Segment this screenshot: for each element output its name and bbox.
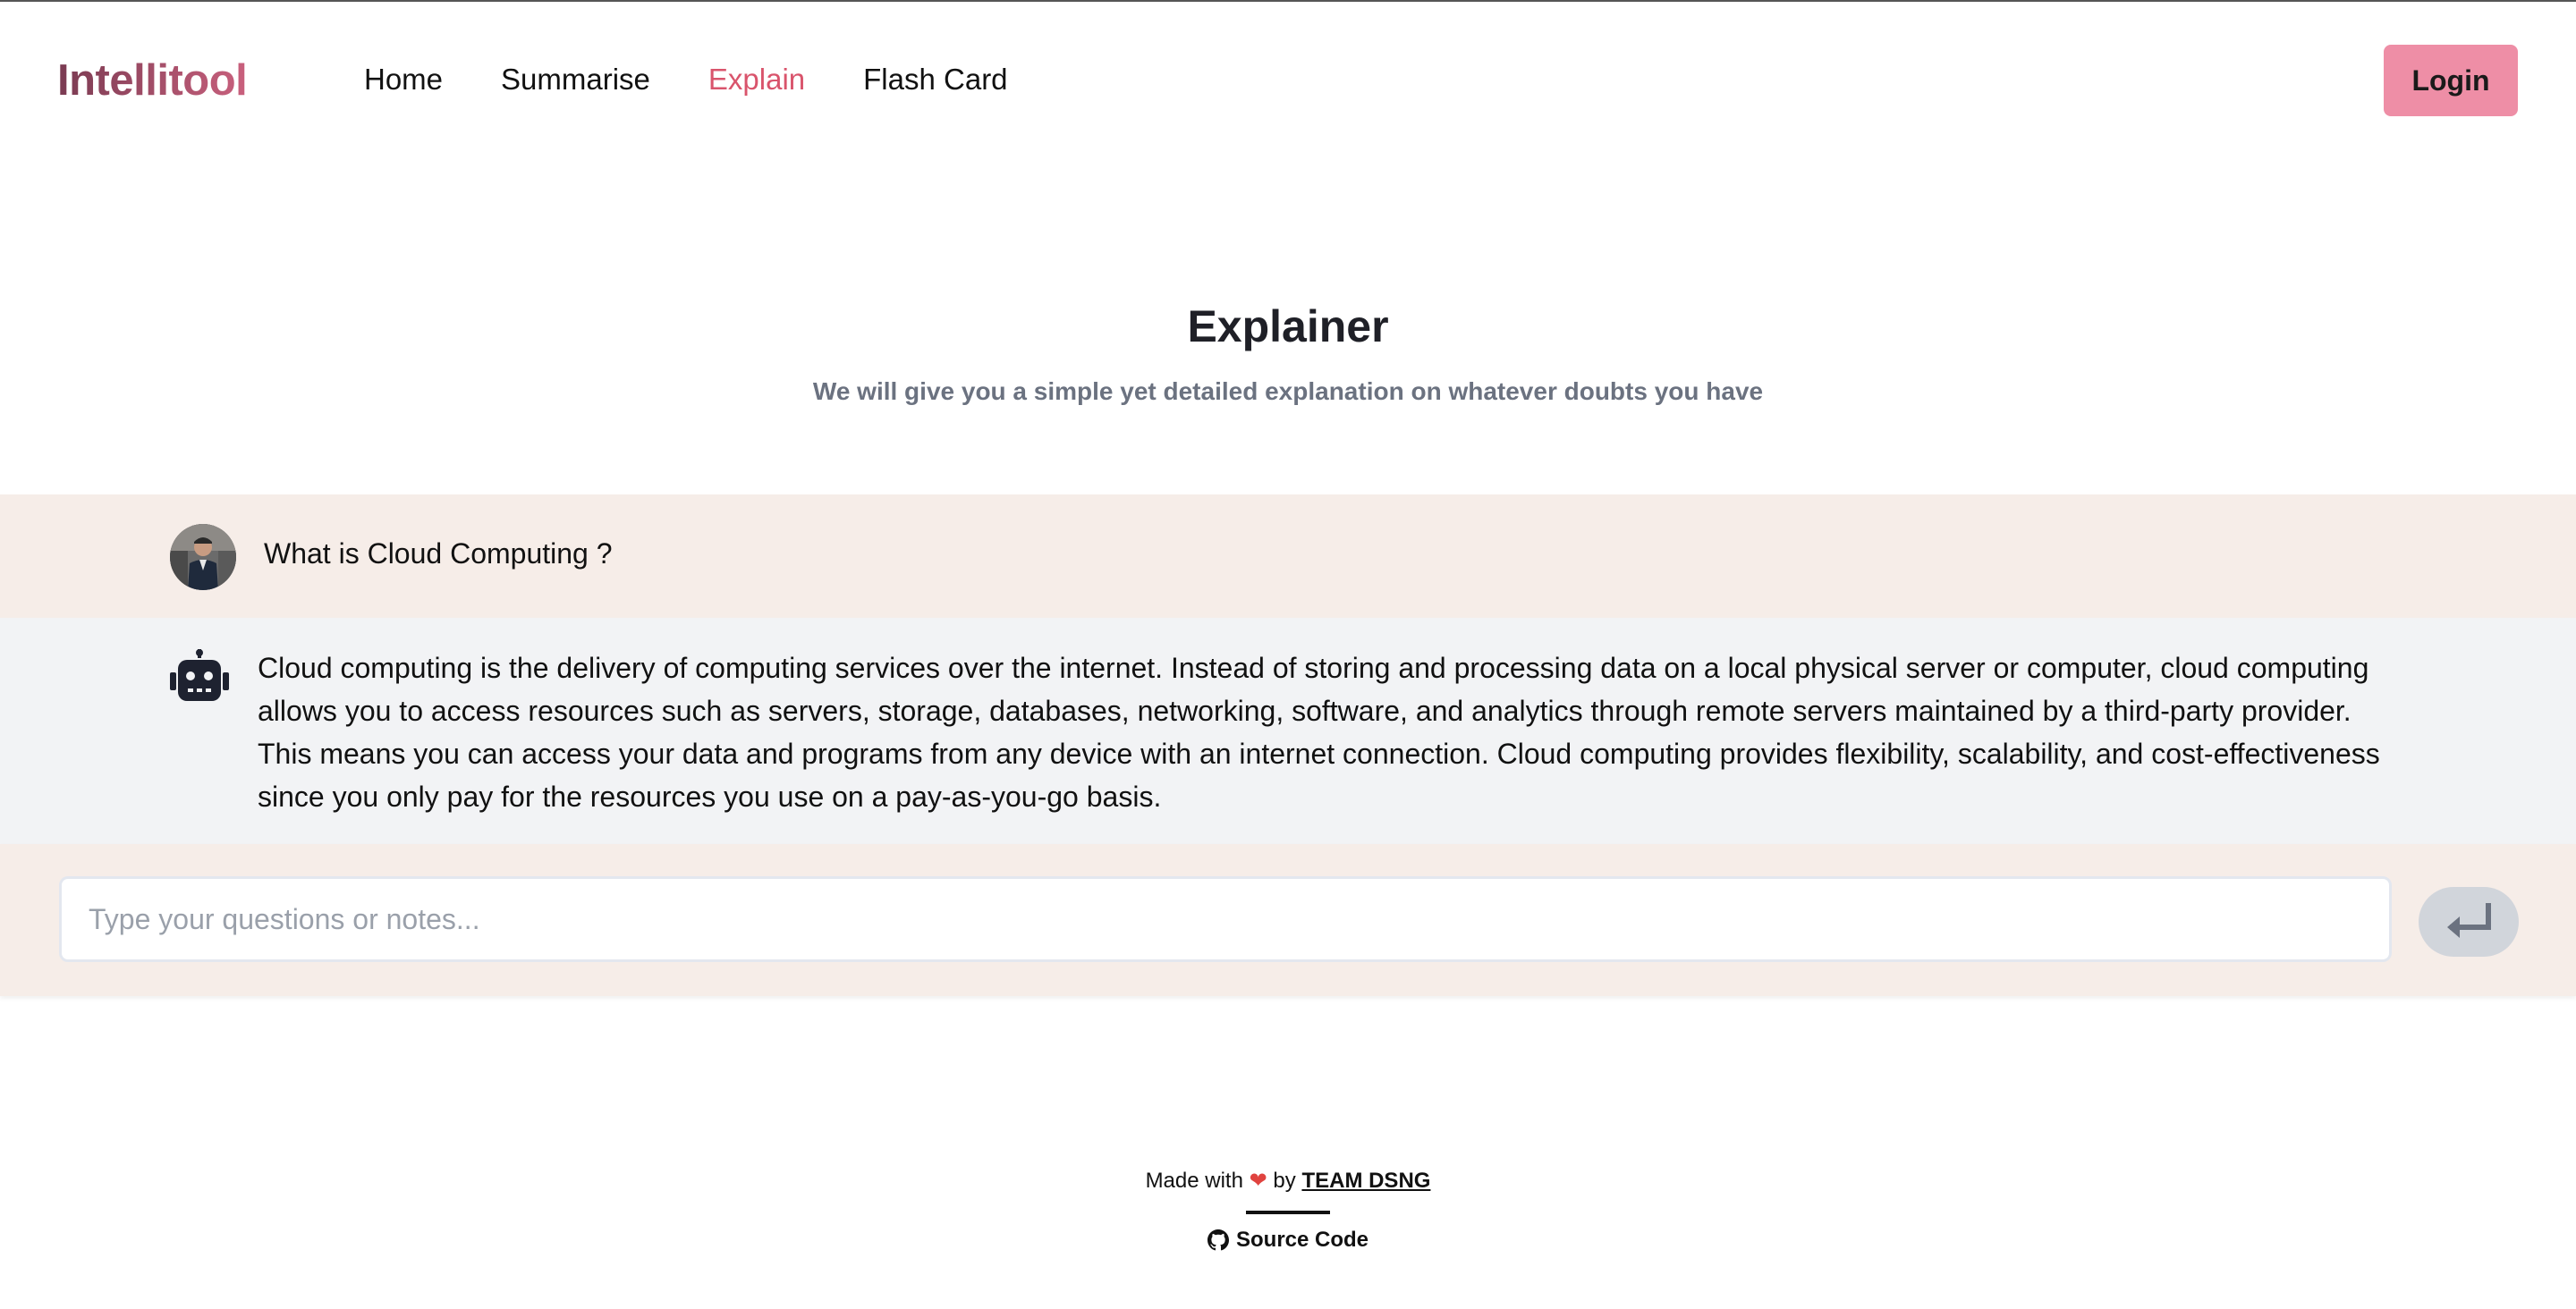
user-avatar — [170, 524, 236, 590]
source-code-label[interactable]: Source Code — [1236, 1228, 1368, 1253]
github-icon — [1207, 1229, 1229, 1251]
nav-link-explain[interactable]: Explain — [708, 63, 805, 97]
source-code-link[interactable]: Source Code — [0, 1228, 2576, 1257]
bot-message-row: Cloud computing is the delivery of compu… — [0, 618, 2576, 844]
navbar: Intellitool Home Summarise Explain Flash… — [0, 2, 2576, 159]
bot-response: Cloud computing is the delivery of compu… — [258, 652, 2380, 813]
question-input[interactable] — [59, 876, 2392, 962]
page-title: Explainer — [1187, 301, 1389, 351]
nav-links: Home Summarise Explain Flash Card — [364, 63, 1066, 97]
user-avatar-icon — [170, 524, 236, 590]
team-link[interactable]: TEAM DSNG — [1301, 1169, 1430, 1193]
nav-link-flash-card[interactable]: Flash Card — [863, 63, 1007, 97]
user-message-row: What is Cloud Computing ? — [0, 494, 2576, 618]
footer-divider — [1246, 1211, 1330, 1214]
nav-link-home[interactable]: Home — [364, 63, 443, 97]
login-button[interactable]: Login — [2384, 45, 2518, 116]
footer-made-with: Made with — [1145, 1169, 1243, 1193]
brand-logo[interactable]: Intellitool — [57, 55, 248, 106]
robot-icon — [170, 649, 229, 705]
page-subtitle: We will give you a simple yet detailed e… — [812, 377, 1764, 405]
footer-by: by — [1273, 1169, 1296, 1193]
enter-arrow-icon — [2447, 903, 2491, 938]
nav-link-summarise[interactable]: Summarise — [501, 63, 650, 97]
heart-icon: ❤ — [1249, 1169, 1267, 1193]
input-row — [0, 844, 2576, 996]
send-button[interactable] — [2419, 887, 2519, 957]
footer-credit: Made with ❤ by TEAM DSNG — [0, 1168, 2576, 1194]
user-message: What is Cloud Computing ? — [264, 537, 613, 570]
